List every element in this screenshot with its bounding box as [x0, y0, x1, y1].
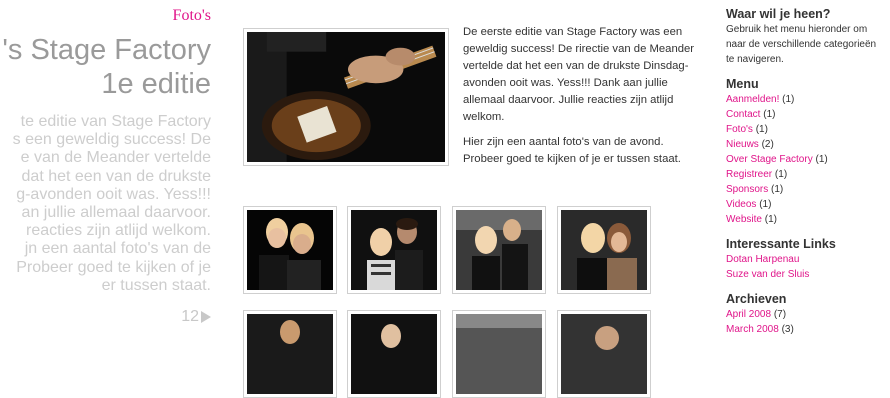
thumbnail-image [247, 314, 333, 394]
comments-link[interactable]: 12 [181, 308, 211, 326]
link-suze-van-der-sluis[interactable]: Suze van der Sluis [726, 269, 809, 280]
gallery-thumbnail[interactable] [557, 310, 651, 398]
post-count: (1) [771, 184, 784, 195]
thumbnail-image [456, 210, 542, 290]
sidebar-heading: Waar wil je heen? [726, 7, 831, 21]
navigation-intro: Waar wil je heen? Gebruik het menu hiero… [726, 6, 886, 67]
gallery-thumbnail[interactable] [347, 310, 441, 398]
menu-item: Contact (1) [726, 107, 886, 122]
category-link[interactable]: Foto's [173, 7, 211, 25]
menu-heading: Menu [726, 77, 759, 91]
excerpt-line: Probeer goed te kijken of je [16, 258, 211, 276]
thumbnail-image [456, 314, 542, 394]
menu-list: Aanmelden! (1) Contact (1) Foto's (1) Ni… [726, 92, 886, 227]
menu-item-over-stage-factory[interactable]: Over Stage Factory [726, 154, 813, 165]
gallery-thumbnail[interactable] [347, 206, 441, 294]
post-count: (3) [781, 324, 794, 335]
menu-item: Website (1) [726, 212, 886, 227]
menu-item: Aanmelden! (1) [726, 92, 886, 107]
post-count: (1) [815, 154, 828, 165]
menu-item-website[interactable]: Website [726, 214, 762, 225]
archive-item: March 2008 (3) [726, 322, 886, 337]
sidebar: Waar wil je heen? Gebruik het menu hiero… [726, 6, 886, 346]
guitar-photo [247, 32, 445, 162]
menu-item: Over Stage Factory (1) [726, 152, 886, 167]
thumbnail-image [351, 210, 437, 290]
link-item: Dotan Harpenau [726, 252, 886, 267]
excerpt-line: te editie van Stage Factory [20, 113, 211, 130]
menu-item: Registreer (1) [726, 167, 886, 182]
post-count: (7) [773, 309, 787, 320]
post-count: (1) [763, 109, 776, 120]
menu-item: Sponsors (1) [726, 182, 886, 197]
excerpt-line: dat het een van de drukste [21, 167, 211, 185]
excerpt-line: an jullie allemaal daarvoor. [21, 204, 211, 222]
links-section: Interessante Links Dotan Harpenau Suze v… [726, 236, 886, 282]
body-paragraph: De eerste editie van Stage Factory was e… [463, 26, 695, 123]
main-photo[interactable] [243, 28, 449, 166]
gallery-thumbnail[interactable] [243, 310, 337, 398]
arrow-right-icon [201, 311, 211, 323]
menu-section: Menu Aanmelden! (1) Contact (1) Foto's (… [726, 76, 886, 227]
thumbnail-image [561, 314, 647, 394]
links-heading: Interessante Links [726, 237, 836, 251]
post-count: (2) [761, 139, 774, 150]
excerpt-line: jn een aantal foto's van de [24, 240, 211, 258]
post-count: (1) [782, 94, 795, 105]
body-paragraph: Hier zijn een aantal foto's van de avond… [463, 136, 681, 165]
archive-section: Archieven April 2008 (7) March 2008 (3) [726, 291, 886, 337]
post-title-line-1: 's Stage Factory [2, 34, 211, 66]
archive-heading: Archieven [726, 292, 787, 306]
comment-count: 12 [181, 308, 199, 325]
menu-item-aanmelden[interactable]: Aanmelden! [726, 94, 779, 105]
menu-item-nieuws[interactable]: Nieuws [726, 139, 759, 150]
archive-link-april-2008[interactable]: April 2008 [726, 309, 771, 320]
menu-item-sponsors[interactable]: Sponsors [726, 184, 768, 195]
sidebar-intro-text: Gebruik het menu hieronder om naar de ve… [726, 24, 877, 65]
post-excerpt: te editie van Stage Factory s een geweld… [0, 113, 211, 295]
menu-item: Videos (1) [726, 197, 886, 212]
gallery-thumbnail[interactable] [557, 206, 651, 294]
excerpt-line: er tussen staat. [101, 276, 211, 294]
post-preview: Foto's 's Stage Factory 1e editie te edi… [0, 0, 215, 338]
excerpt-line: g-avonden ooit was. Yess!!! [16, 185, 211, 203]
excerpt-line: e van de Meander vertelde [20, 149, 211, 167]
links-list: Dotan Harpenau Suze van der Sluis [726, 252, 886, 282]
post-title-line-2: 1e editie [101, 68, 211, 100]
link-item: Suze van der Sluis [726, 267, 886, 282]
archive-list: April 2008 (7) March 2008 (3) [726, 307, 886, 337]
menu-item-registreer[interactable]: Registreer [726, 169, 772, 180]
archive-item: April 2008 (7) [726, 307, 886, 322]
post-count: (1) [774, 169, 788, 180]
menu-item-videos[interactable]: Videos [726, 199, 756, 210]
gallery-thumbnail[interactable] [452, 310, 546, 398]
post-count: (1) [764, 214, 777, 225]
post-count: (1) [755, 124, 768, 135]
thumbnail-image [351, 314, 437, 394]
menu-item-contact[interactable]: Contact [726, 109, 760, 120]
post-title[interactable]: 's Stage Factory 1e editie [2, 33, 211, 101]
excerpt-line: s een geweldig success! De [12, 131, 211, 149]
menu-item-fotos[interactable]: Foto's [726, 124, 753, 135]
post-count: (1) [759, 199, 772, 210]
thumbnail-image [561, 210, 647, 290]
post-body: De eerste editie van Stage Factory was e… [463, 24, 703, 176]
menu-item: Foto's (1) [726, 122, 886, 137]
gallery-thumbnail[interactable] [243, 206, 337, 294]
link-dotan-harpenau[interactable]: Dotan Harpenau [726, 254, 799, 265]
menu-item: Nieuws (2) [726, 137, 886, 152]
thumbnail-image [247, 210, 333, 290]
archive-link-march-2008[interactable]: March 2008 [726, 324, 779, 335]
excerpt-line: reacties zijn atlijd welkom. [26, 222, 211, 240]
gallery-thumbnail[interactable] [452, 206, 546, 294]
